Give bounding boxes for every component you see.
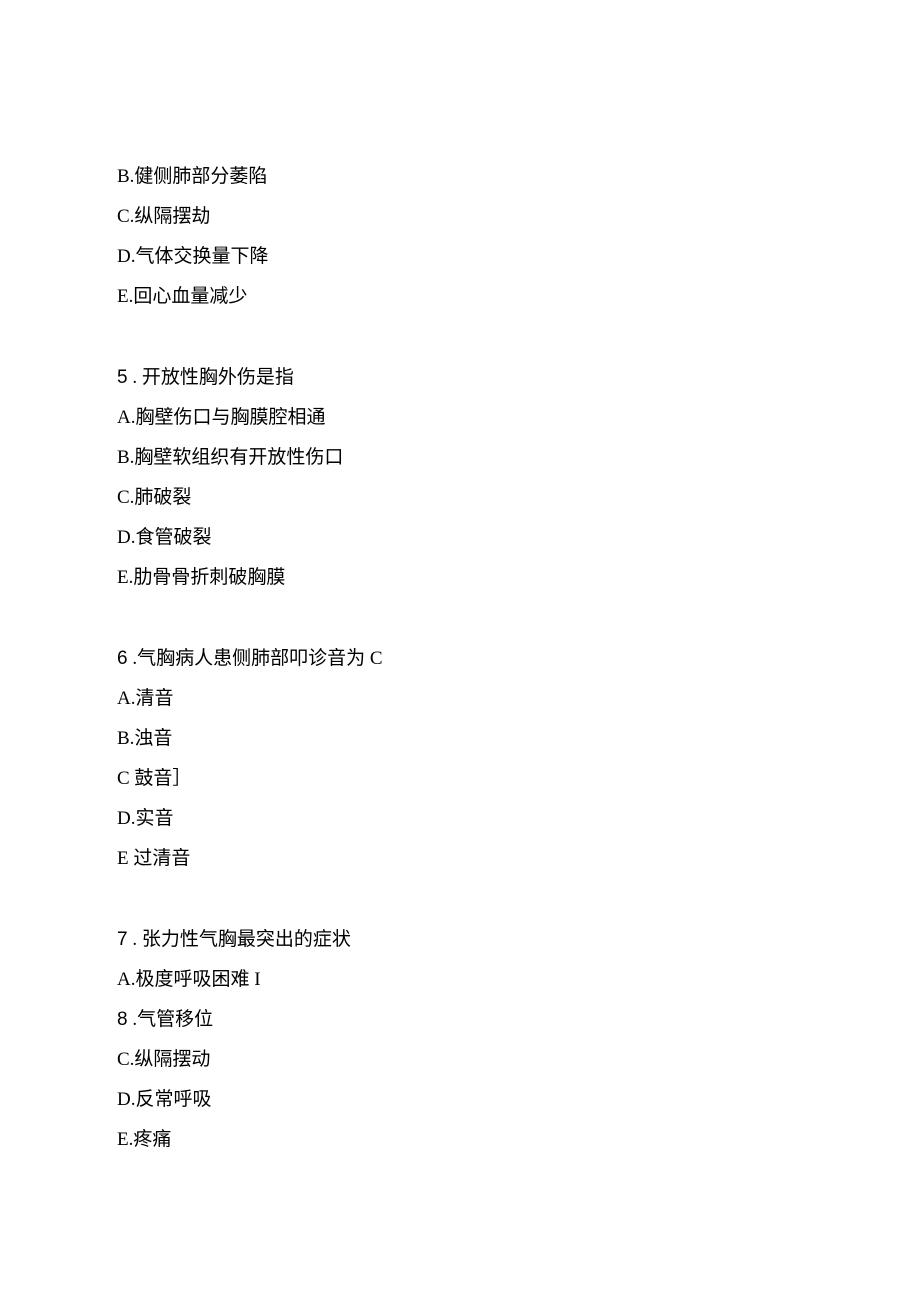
q5-stem: 5 . 开放性胸外伤是指 <box>117 367 817 388</box>
q7-option-a: A.极度呼吸困难 I <box>117 969 817 990</box>
q5-option-d: D.食管破裂 <box>117 527 817 548</box>
q4-option-b: B.健侧肺部分萎陷 <box>117 166 817 187</box>
q4-option-d: D.气体交换量下降 <box>117 246 817 267</box>
q7-option-b: 8 .气管移位 <box>117 1009 817 1030</box>
q5-option-a: A.胸壁伤口与胸膜腔相通 <box>117 407 817 428</box>
q7-option-c: C.纵隔摆动 <box>117 1049 817 1070</box>
q6-option-a: A.清音 <box>117 688 817 709</box>
q5-option-b: B.胸壁软组织有开放性伤口 <box>117 447 817 468</box>
q7-stem: 7 . 张力性气胸最突出的症状 <box>117 929 817 950</box>
q5-option-c: C.肺破裂 <box>117 487 817 508</box>
q6-option-d: D.实音 <box>117 808 817 829</box>
q6-option-b: B.浊音 <box>117 728 817 749</box>
q6-option-e: E 过清音 <box>117 848 817 869</box>
q6-option-c: C 鼓音］ <box>117 768 817 789</box>
q4-option-e: E.回心血量减少 <box>117 286 817 307</box>
q6-stem: 6 .气胸病人患侧肺部叩诊音为 C <box>117 648 817 669</box>
q5-option-e: E.肋骨骨折刺破胸膜 <box>117 567 817 588</box>
q7-option-d: D.反常呼吸 <box>117 1089 817 1110</box>
q4-option-c: C.纵隔摆劫 <box>117 206 817 227</box>
q7-option-e: E.疼痛 <box>117 1129 817 1150</box>
